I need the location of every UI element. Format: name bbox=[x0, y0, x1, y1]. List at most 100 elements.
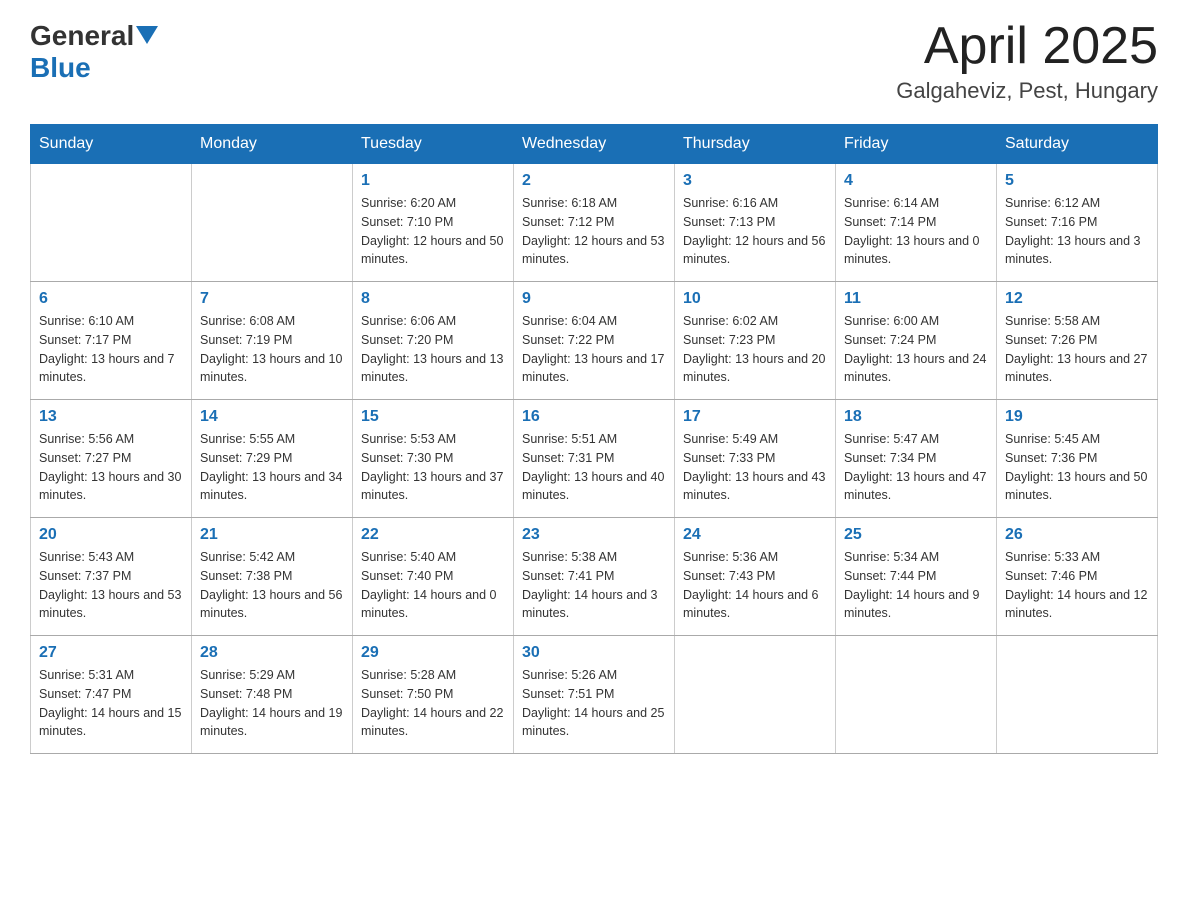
day-number: 20 bbox=[39, 526, 183, 544]
day-info: Sunrise: 5:26 AMSunset: 7:51 PMDaylight:… bbox=[522, 666, 666, 741]
calendar-day-cell: 13 Sunrise: 5:56 AMSunset: 7:27 PMDayligh… bbox=[31, 400, 192, 518]
calendar-day-cell bbox=[997, 636, 1158, 754]
day-number: 28 bbox=[200, 644, 344, 662]
day-of-week-header: Thursday bbox=[675, 125, 836, 164]
calendar-day-cell bbox=[675, 636, 836, 754]
day-number: 2 bbox=[522, 172, 666, 190]
calendar-day-cell: 3 Sunrise: 6:16 AMSunset: 7:13 PMDaylight… bbox=[675, 164, 836, 282]
day-info: Sunrise: 5:38 AMSunset: 7:41 PMDaylight:… bbox=[522, 548, 666, 623]
logo-triangle-icon bbox=[136, 26, 158, 48]
calendar-week-row: 6 Sunrise: 6:10 AMSunset: 7:17 PMDaylight… bbox=[31, 282, 1158, 400]
day-info: Sunrise: 5:45 AMSunset: 7:36 PMDaylight:… bbox=[1005, 430, 1149, 505]
day-info: Sunrise: 6:18 AMSunset: 7:12 PMDaylight:… bbox=[522, 194, 666, 269]
calendar-day-cell: 1Sunrise: 6:20 AMSunset: 7:10 PMDaylight… bbox=[353, 164, 514, 282]
day-number: 25 bbox=[844, 526, 988, 544]
calendar-week-row: 1Sunrise: 6:20 AMSunset: 7:10 PMDaylight… bbox=[31, 164, 1158, 282]
day-number: 3 bbox=[683, 172, 827, 190]
calendar-day-cell: 5 Sunrise: 6:12 AMSunset: 7:16 PMDaylight… bbox=[997, 164, 1158, 282]
calendar-day-cell: 19Sunrise: 5:45 AMSunset: 7:36 PMDayligh… bbox=[997, 400, 1158, 518]
calendar-day-cell: 8 Sunrise: 6:06 AMSunset: 7:20 PMDaylight… bbox=[353, 282, 514, 400]
calendar-day-cell: 27 Sunrise: 5:31 AMSunset: 7:47 PMDayligh… bbox=[31, 636, 192, 754]
calendar-day-cell bbox=[192, 164, 353, 282]
calendar-day-cell: 23 Sunrise: 5:38 AMSunset: 7:41 PMDayligh… bbox=[514, 518, 675, 636]
day-number: 5 bbox=[1005, 172, 1149, 190]
calendar-day-cell: 18Sunrise: 5:47 AMSunset: 7:34 PMDayligh… bbox=[836, 400, 997, 518]
calendar-day-cell bbox=[31, 164, 192, 282]
calendar-day-cell: 17Sunrise: 5:49 AMSunset: 7:33 PMDayligh… bbox=[675, 400, 836, 518]
day-number: 6 bbox=[39, 290, 183, 308]
calendar-day-cell: 21 Sunrise: 5:42 AMSunset: 7:38 PMDayligh… bbox=[192, 518, 353, 636]
day-number: 22 bbox=[361, 526, 505, 544]
calendar-day-cell: 29 Sunrise: 5:28 AMSunset: 7:50 PMDayligh… bbox=[353, 636, 514, 754]
day-of-week-header: Tuesday bbox=[353, 125, 514, 164]
day-info: Sunrise: 5:56 AMSunset: 7:27 PMDaylight:… bbox=[39, 430, 183, 505]
day-of-week-header: Saturday bbox=[997, 125, 1158, 164]
day-number: 29 bbox=[361, 644, 505, 662]
calendar-day-cell: 9 Sunrise: 6:04 AMSunset: 7:22 PMDaylight… bbox=[514, 282, 675, 400]
day-info: Sunrise: 5:28 AMSunset: 7:50 PMDaylight:… bbox=[361, 666, 505, 741]
day-number: 18 bbox=[844, 408, 988, 426]
day-number: 30 bbox=[522, 644, 666, 662]
calendar-day-cell: 15Sunrise: 5:53 AMSunset: 7:30 PMDayligh… bbox=[353, 400, 514, 518]
page-header: General Blue April 2025 Galgaheviz, Pest… bbox=[30, 20, 1158, 104]
day-number: 10 bbox=[683, 290, 827, 308]
calendar-day-cell: 11Sunrise: 6:00 AMSunset: 7:24 PMDayligh… bbox=[836, 282, 997, 400]
calendar-day-cell: 14 Sunrise: 5:55 AMSunset: 7:29 PMDayligh… bbox=[192, 400, 353, 518]
day-number: 13 bbox=[39, 408, 183, 426]
day-number: 14 bbox=[200, 408, 344, 426]
day-info: Sunrise: 5:55 AMSunset: 7:29 PMDaylight:… bbox=[200, 430, 344, 505]
day-info: Sunrise: 6:08 AMSunset: 7:19 PMDaylight:… bbox=[200, 312, 344, 387]
calendar-day-cell: 4Sunrise: 6:14 AMSunset: 7:14 PMDaylight… bbox=[836, 164, 997, 282]
day-info: Sunrise: 6:10 AMSunset: 7:17 PMDaylight:… bbox=[39, 312, 183, 387]
calendar-day-cell: 20Sunrise: 5:43 AMSunset: 7:37 PMDayligh… bbox=[31, 518, 192, 636]
calendar-day-cell: 30 Sunrise: 5:26 AMSunset: 7:51 PMDayligh… bbox=[514, 636, 675, 754]
calendar-day-cell: 2 Sunrise: 6:18 AMSunset: 7:12 PMDaylight… bbox=[514, 164, 675, 282]
day-number: 9 bbox=[522, 290, 666, 308]
calendar-day-cell: 6 Sunrise: 6:10 AMSunset: 7:17 PMDaylight… bbox=[31, 282, 192, 400]
day-info: Sunrise: 5:42 AMSunset: 7:38 PMDaylight:… bbox=[200, 548, 344, 623]
day-info: Sunrise: 5:29 AMSunset: 7:48 PMDaylight:… bbox=[200, 666, 344, 741]
day-info: Sunrise: 5:34 AMSunset: 7:44 PMDaylight:… bbox=[844, 548, 988, 623]
day-number: 21 bbox=[200, 526, 344, 544]
day-info: Sunrise: 5:33 AMSunset: 7:46 PMDaylight:… bbox=[1005, 548, 1149, 623]
title-section: April 2025 Galgaheviz, Pest, Hungary bbox=[896, 20, 1158, 104]
day-number: 8 bbox=[361, 290, 505, 308]
day-info: Sunrise: 5:51 AMSunset: 7:31 PMDaylight:… bbox=[522, 430, 666, 505]
day-number: 16 bbox=[522, 408, 666, 426]
calendar-header-row: SundayMondayTuesdayWednesdayThursdayFrid… bbox=[31, 125, 1158, 164]
day-info: Sunrise: 5:58 AMSunset: 7:26 PMDaylight:… bbox=[1005, 312, 1149, 387]
day-number: 23 bbox=[522, 526, 666, 544]
month-title: April 2025 bbox=[896, 20, 1158, 72]
day-of-week-header: Wednesday bbox=[514, 125, 675, 164]
day-info: Sunrise: 6:04 AMSunset: 7:22 PMDaylight:… bbox=[522, 312, 666, 387]
location-title: Galgaheviz, Pest, Hungary bbox=[896, 78, 1158, 104]
calendar-day-cell: 7Sunrise: 6:08 AMSunset: 7:19 PMDaylight… bbox=[192, 282, 353, 400]
day-info: Sunrise: 5:40 AMSunset: 7:40 PMDaylight:… bbox=[361, 548, 505, 623]
day-info: Sunrise: 6:06 AMSunset: 7:20 PMDaylight:… bbox=[361, 312, 505, 387]
logo-general: General bbox=[30, 20, 134, 52]
day-number: 24 bbox=[683, 526, 827, 544]
day-number: 26 bbox=[1005, 526, 1149, 544]
day-info: Sunrise: 5:31 AMSunset: 7:47 PMDaylight:… bbox=[39, 666, 183, 741]
day-number: 15 bbox=[361, 408, 505, 426]
day-number: 1 bbox=[361, 172, 505, 190]
day-of-week-header: Friday bbox=[836, 125, 997, 164]
day-info: Sunrise: 6:02 AMSunset: 7:23 PMDaylight:… bbox=[683, 312, 827, 387]
day-info: Sunrise: 6:12 AMSunset: 7:16 PMDaylight:… bbox=[1005, 194, 1149, 269]
calendar-day-cell: 16 Sunrise: 5:51 AMSunset: 7:31 PMDayligh… bbox=[514, 400, 675, 518]
calendar-week-row: 20Sunrise: 5:43 AMSunset: 7:37 PMDayligh… bbox=[31, 518, 1158, 636]
day-info: Sunrise: 6:00 AMSunset: 7:24 PMDaylight:… bbox=[844, 312, 988, 387]
calendar-day-cell: 22 Sunrise: 5:40 AMSunset: 7:40 PMDayligh… bbox=[353, 518, 514, 636]
calendar-day-cell: 12Sunrise: 5:58 AMSunset: 7:26 PMDayligh… bbox=[997, 282, 1158, 400]
calendar-day-cell: 24Sunrise: 5:36 AMSunset: 7:43 PMDayligh… bbox=[675, 518, 836, 636]
calendar-table: SundayMondayTuesdayWednesdayThursdayFrid… bbox=[30, 124, 1158, 754]
day-number: 17 bbox=[683, 408, 827, 426]
calendar-day-cell: 25 Sunrise: 5:34 AMSunset: 7:44 PMDayligh… bbox=[836, 518, 997, 636]
calendar-week-row: 13 Sunrise: 5:56 AMSunset: 7:27 PMDayligh… bbox=[31, 400, 1158, 518]
day-info: Sunrise: 6:16 AMSunset: 7:13 PMDaylight:… bbox=[683, 194, 827, 269]
day-of-week-header: Monday bbox=[192, 125, 353, 164]
day-number: 27 bbox=[39, 644, 183, 662]
day-info: Sunrise: 6:14 AMSunset: 7:14 PMDaylight:… bbox=[844, 194, 988, 269]
calendar-week-row: 27 Sunrise: 5:31 AMSunset: 7:47 PMDayligh… bbox=[31, 636, 1158, 754]
calendar-day-cell bbox=[836, 636, 997, 754]
